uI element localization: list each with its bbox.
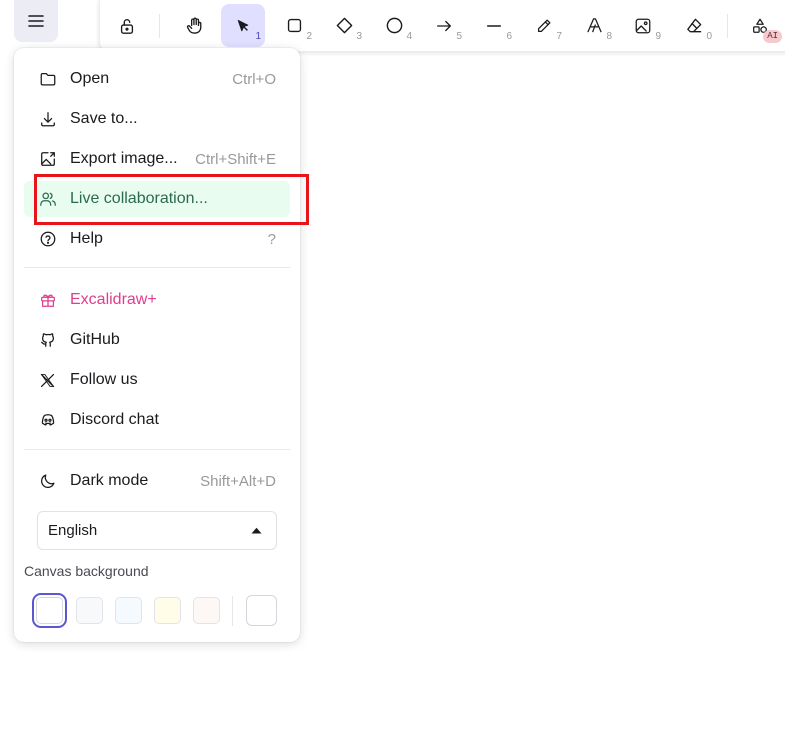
selection-arrow-icon [237, 19, 249, 31]
users-icon [40, 192, 56, 206]
main-menu-dropdown: Open Ctrl+O Save to... Export image... C… [14, 48, 300, 642]
canvas-bg-swatch-light-gray[interactable] [76, 597, 103, 624]
github-icon [41, 333, 55, 347]
folder-icon [40, 72, 56, 86]
tool-more-shapes-ai[interactable]: AI [738, 4, 782, 47]
x-twitter-icon [40, 373, 55, 387]
menu-item-label: Discord chat [70, 411, 159, 428]
menu-item-shortcut: Shift+Alt+D [200, 472, 276, 490]
ai-badge: AI [763, 30, 782, 43]
menu-item-label: Live collaboration... [70, 190, 208, 207]
menu-item-follow-us[interactable]: Follow us [24, 362, 290, 398]
moon-icon [41, 474, 55, 488]
image-icon [635, 18, 651, 33]
menu-item-excalidraw-plus[interactable]: Excalidraw+ [24, 282, 290, 318]
menu-item-shortcut: Ctrl+O [232, 70, 276, 88]
menu-item-live-collaboration[interactable]: Live collaboration... [24, 181, 290, 217]
menu-item-help[interactable]: Help ? [24, 221, 290, 257]
menu-item-label: Excalidraw+ [70, 291, 157, 308]
menu-item-label: Open [70, 70, 110, 87]
tool-pencil[interactable]: 7 [522, 4, 566, 47]
help-icon [40, 231, 56, 247]
language-select[interactable]: English [37, 511, 277, 550]
tool-image[interactable]: 9 [621, 4, 665, 47]
canvas-background-label: Canvas background [24, 563, 149, 579]
menu-item-shortcut: Ctrl+Shift+E [195, 150, 276, 168]
canvas-bg-swatch-light-blue[interactable] [115, 597, 142, 624]
tool-shortcut: 3 [356, 31, 362, 42]
menu-item-label: Save to... [70, 110, 138, 127]
tool-line[interactable]: 6 [472, 4, 516, 47]
rectangle-icon [287, 18, 301, 33]
tool-shortcut: 1 [255, 31, 261, 42]
menu-divider [24, 449, 290, 450]
menu-item-label: Help [70, 230, 103, 247]
download-icon [41, 112, 55, 127]
arrow-icon [437, 20, 451, 31]
swatch-separator [232, 596, 233, 626]
caret-up-icon [251, 527, 262, 534]
discord-icon [41, 414, 55, 426]
tool-text[interactable]: 8 [572, 4, 616, 47]
menu-item-discord-chat[interactable]: Discord chat [24, 402, 290, 438]
tool-diamond[interactable]: 3 [322, 4, 366, 47]
export-image-icon [41, 152, 55, 166]
menu-item-export-image[interactable]: Export image... Ctrl+Shift+E [24, 141, 290, 177]
text-icon [586, 18, 602, 33]
canvas-bg-custom-color[interactable] [246, 595, 277, 626]
canvas-bg-swatch-light-yellow[interactable] [154, 597, 181, 624]
tool-shortcut: 5 [456, 31, 462, 42]
tool-shortcut: 2 [306, 31, 312, 42]
tool-eraser[interactable]: 0 [672, 4, 716, 47]
menu-item-github[interactable]: GitHub [24, 322, 290, 358]
menu-item-label: Export image... [70, 150, 178, 167]
tool-arrow[interactable]: 5 [422, 4, 466, 47]
tool-shortcut: 4 [406, 31, 412, 42]
menu-divider [24, 267, 290, 268]
menu-item-label: GitHub [70, 331, 120, 348]
toolbar-separator [727, 14, 728, 38]
menu-item-label: Follow us [70, 371, 138, 388]
canvas-bg-swatch-white[interactable] [32, 593, 67, 628]
tool-shortcut: 0 [706, 31, 712, 42]
tool-selection[interactable]: 1 [221, 4, 265, 47]
tool-ellipse[interactable]: 4 [372, 4, 416, 47]
hand-icon [186, 17, 201, 34]
tool-hand[interactable] [172, 4, 216, 47]
pencil-icon [537, 19, 551, 32]
menu-item-save-to[interactable]: Save to... [24, 101, 290, 137]
tool-shortcut: 7 [556, 31, 562, 42]
hamburger-icon [28, 15, 44, 27]
tool-shortcut: 6 [506, 31, 512, 42]
menu-item-dark-mode[interactable]: Dark mode Shift+Alt+D [24, 463, 290, 499]
toolbar-separator [159, 14, 160, 38]
gift-icon [41, 294, 55, 307]
menu-item-shortcut: ? [267, 230, 276, 248]
lock-icon [120, 18, 134, 34]
tool-shortcut: 8 [606, 31, 612, 42]
main-menu-button[interactable] [14, 0, 58, 42]
ellipse-icon [386, 17, 402, 34]
eraser-icon [686, 18, 701, 33]
canvas-bg-swatch-light-pink[interactable] [193, 597, 220, 624]
line-icon [486, 24, 502, 27]
diamond-icon [336, 17, 352, 34]
menu-item-open[interactable]: Open Ctrl+O [24, 61, 290, 97]
menu-item-label: Dark mode [70, 472, 149, 489]
tool-lock[interactable] [105, 4, 149, 47]
tool-shortcut: 9 [655, 31, 661, 42]
shape-toolbar: 1 2 3 4 5 6 7 8 9 0 AI [99, 0, 785, 52]
language-selected-value: English [48, 522, 98, 539]
tool-rectangle[interactable]: 2 [272, 4, 316, 47]
